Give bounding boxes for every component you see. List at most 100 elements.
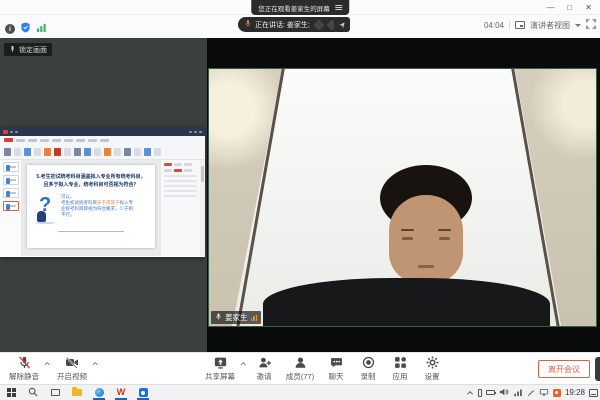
wps-file-tab[interactable] bbox=[4, 138, 13, 142]
audio-video-controls: 解除静音 开启视频 bbox=[4, 355, 100, 382]
slide-body-text: 可以。 考生初试统考科目多于或等于拟入专业统考科目即视为符合要求，少于则不行。 bbox=[61, 194, 137, 218]
connection-signal-icon bbox=[251, 315, 258, 321]
windows-logo-icon bbox=[7, 388, 16, 397]
search-icon bbox=[28, 384, 38, 400]
maximize-button[interactable]: □ bbox=[560, 0, 579, 15]
invite-button[interactable]: 邀请 bbox=[248, 355, 280, 382]
raise-hand-button[interactable] bbox=[334, 17, 350, 32]
layout-view-icon bbox=[515, 21, 525, 29]
projection-icon[interactable] bbox=[539, 384, 549, 400]
wps-scrollbar[interactable] bbox=[200, 160, 205, 256]
wps-logo-icon bbox=[3, 130, 8, 134]
speaker-avatar bbox=[313, 19, 324, 30]
slide-thumbnail[interactable] bbox=[3, 175, 19, 185]
slide-thumbnail[interactable] bbox=[3, 162, 19, 172]
now-speaking-pill: 正在讲话: 姜家生; bbox=[238, 17, 342, 32]
menu-icon[interactable] bbox=[335, 4, 342, 11]
mic-options-chevron[interactable] bbox=[44, 356, 52, 371]
wps-slide-thumbnails[interactable] bbox=[0, 160, 22, 256]
browser-button[interactable] bbox=[88, 385, 110, 400]
close-button[interactable]: ✕ bbox=[579, 0, 598, 15]
sidebar-handle[interactable] bbox=[595, 357, 600, 381]
share-screen-button[interactable]: 共享屏幕 bbox=[200, 355, 240, 382]
wps-app-button[interactable]: W bbox=[110, 385, 132, 400]
task-view-button[interactable] bbox=[44, 385, 66, 400]
window-controls: — □ ✕ bbox=[541, 0, 598, 15]
meeting-timer: 04:04 bbox=[484, 21, 504, 30]
wps-icon: W bbox=[117, 388, 126, 397]
members-button[interactable]: 成员(77) bbox=[280, 355, 320, 382]
wps-presentation-window[interactable]: 5.考生初试统考科目涵盖拟入专业所有统考科目，且多于拟入专业，统考科目可否视为符… bbox=[0, 128, 205, 257]
meeting-app-icon bbox=[139, 388, 148, 397]
slide-thumbnail[interactable] bbox=[3, 188, 19, 198]
screen-watching-banner[interactable]: 您正在观看姜家生的屏幕 bbox=[251, 0, 349, 15]
record-button[interactable]: 录制 bbox=[352, 355, 384, 382]
volume-icon[interactable] bbox=[499, 384, 509, 400]
search-button[interactable] bbox=[22, 385, 44, 400]
pin-view-button[interactable]: 锁定画面 bbox=[4, 43, 52, 56]
start-video-button[interactable]: 开启视频 bbox=[52, 355, 92, 382]
mic-muted-icon bbox=[18, 355, 31, 370]
tray-app-icon[interactable] bbox=[553, 389, 561, 397]
wps-title-bar bbox=[0, 128, 205, 136]
slide-divider bbox=[58, 231, 124, 232]
task-view-icon bbox=[51, 389, 60, 396]
speaker-name-tag: 姜家生 bbox=[211, 311, 261, 324]
taskbar-apps: W bbox=[0, 385, 154, 400]
fullscreen-icon[interactable] bbox=[586, 19, 596, 31]
speaker-face bbox=[389, 195, 463, 283]
speaker-name: 姜家生 bbox=[225, 312, 248, 323]
unmute-button[interactable]: 解除静音 bbox=[4, 355, 44, 382]
share-options-chevron[interactable] bbox=[240, 356, 248, 371]
meeting-info-icon[interactable]: i bbox=[5, 24, 15, 34]
share-screen-icon bbox=[214, 355, 227, 370]
invite-person-icon bbox=[258, 355, 271, 370]
security-shield-icon[interactable] bbox=[20, 20, 31, 38]
minimize-button[interactable]: — bbox=[541, 0, 560, 15]
center-controls: 共享屏幕 邀请 成员(77) 聊天 bbox=[200, 355, 448, 382]
network-signal-icon[interactable] bbox=[36, 20, 47, 38]
topbar-right-cluster: 04:04 演讲者视图 bbox=[484, 19, 596, 31]
title-bar: 您正在观看姜家生的屏幕 — □ ✕ bbox=[0, 0, 600, 15]
camera-options-chevron[interactable] bbox=[92, 356, 100, 371]
chevron-down-icon[interactable] bbox=[575, 24, 581, 27]
file-explorer-button[interactable] bbox=[66, 385, 88, 400]
wps-slide-canvas: 5.考生初试统考科目涵盖拟入专业所有统考科目，且多于拟入专业，统考科目可否视为符… bbox=[22, 160, 160, 256]
clock[interactable]: 19:28 bbox=[565, 388, 585, 397]
apps-button[interactable]: 应用 bbox=[384, 355, 416, 382]
gear-icon bbox=[426, 355, 439, 370]
members-icon bbox=[294, 355, 307, 370]
meeting-stage: 锁定画面 bbox=[0, 38, 600, 352]
meeting-app-window: 您正在观看姜家生的屏幕 — □ ✕ i 04:04 演讲者视图 bbox=[0, 0, 600, 400]
wps-ribbon[interactable] bbox=[0, 144, 205, 160]
wps-right-panel[interactable] bbox=[160, 160, 200, 256]
now-speaking-text: 正在讲话: 姜家生; bbox=[255, 20, 310, 30]
folder-icon bbox=[72, 389, 82, 396]
slide-title: 5.考生初试统考科目涵盖拟入专业所有统考科目，且多于拟入专业，统考科目可否视为符… bbox=[27, 174, 155, 189]
divider bbox=[509, 20, 510, 30]
start-button[interactable] bbox=[0, 385, 22, 400]
wps-menu-bar bbox=[0, 136, 205, 144]
chat-button[interactable]: 聊天 bbox=[320, 355, 352, 382]
chat-bubble-icon bbox=[330, 355, 343, 370]
browser-icon bbox=[95, 388, 104, 397]
screen-watching-text: 您正在观看姜家生的屏幕 bbox=[258, 3, 330, 13]
speaker-video-frame: 姜家生 bbox=[208, 68, 597, 327]
notification-center-icon[interactable] bbox=[589, 389, 598, 397]
meeting-control-bar: 解除静音 开启视频 共享屏幕 bbox=[0, 352, 600, 384]
network-icon[interactable] bbox=[513, 384, 523, 400]
pen-icon[interactable] bbox=[527, 384, 535, 400]
slide-thumbnail-selected[interactable] bbox=[3, 201, 19, 211]
hidden-icons-chevron[interactable] bbox=[466, 384, 474, 400]
speaker-video-tile[interactable]: 姜家生 bbox=[207, 38, 600, 352]
view-mode-label[interactable]: 演讲者视图 bbox=[530, 20, 570, 31]
battery-icon[interactable] bbox=[486, 390, 495, 395]
meeting-app-button[interactable] bbox=[132, 385, 154, 400]
leave-meeting-button[interactable]: 离开会议 bbox=[538, 360, 590, 378]
device-icon[interactable] bbox=[478, 389, 482, 397]
highlighted-text: 多于或等于 bbox=[97, 200, 120, 205]
settings-button[interactable]: 设置 bbox=[416, 355, 448, 382]
pin-view-label: 锁定画面 bbox=[19, 45, 47, 55]
mic-active-icon bbox=[215, 312, 222, 323]
speaker-shoulders bbox=[263, 278, 549, 327]
